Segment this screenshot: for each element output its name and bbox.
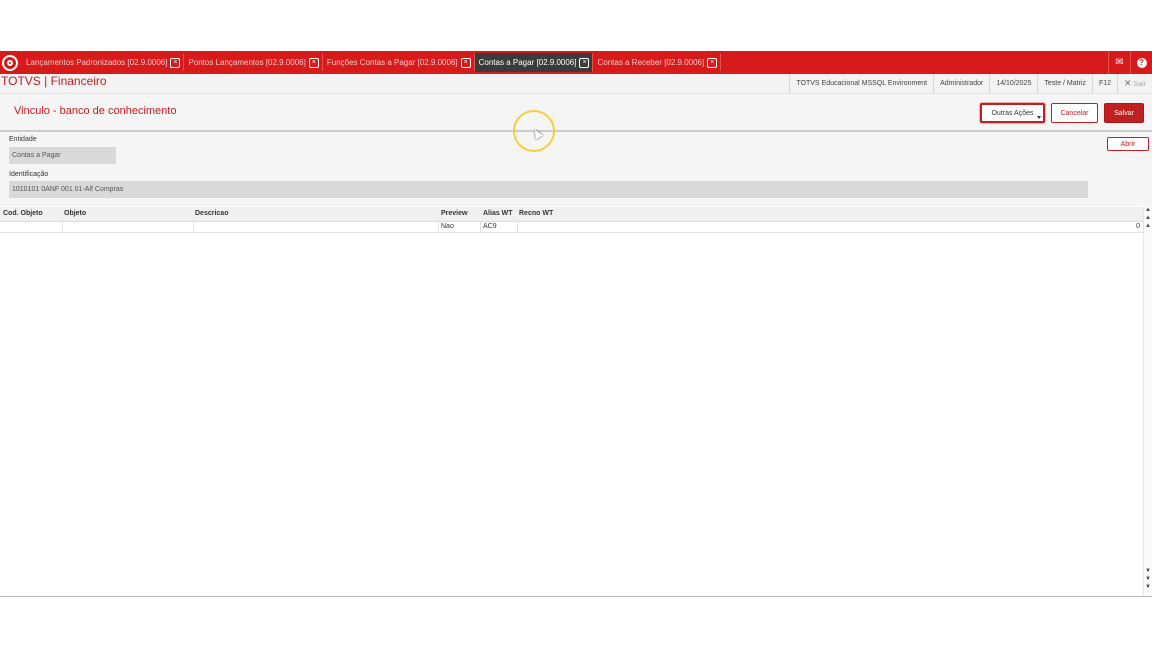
page-title: Vinculo - banco de conhecimento	[14, 105, 177, 117]
close-icon[interactable]: ×	[707, 57, 718, 68]
scroll-up-icon[interactable]: ▲	[1144, 223, 1152, 230]
date-label[interactable]: 14/10/2025	[989, 74, 1037, 93]
environment-label[interactable]: TOTVS Educacional MSSQL Environment	[789, 74, 933, 93]
tabbar-actions: ✉ ?	[1108, 51, 1152, 74]
tab-label: Funções Contas a Pagar [02.9.0006]	[326, 58, 458, 67]
app-title: TOTVS | Financeiro	[1, 74, 107, 88]
close-icon[interactable]: ×	[460, 57, 471, 68]
col-recno-wt[interactable]: Recno WT	[519, 207, 553, 221]
help-icon: ?	[1136, 57, 1147, 68]
entidade-field[interactable]: Contas a Pagar	[9, 147, 116, 164]
scroll-page-up-icon[interactable]: ▲	[1144, 215, 1152, 222]
table-row[interactable]: Nao AC9 0	[0, 221, 1144, 233]
identificacao-field[interactable]: 1010101 0ANF 001 01-Alf Compras	[9, 181, 1088, 198]
close-icon[interactable]: ×	[308, 57, 319, 68]
tab-pontos-lancamentos[interactable]: Pontos Lançamentos [02.9.0006] ×	[184, 54, 323, 71]
cell-divider	[438, 221, 439, 232]
cell-alias-wt: AC9	[483, 223, 497, 230]
branch-label[interactable]: Teste / Matriz	[1037, 74, 1092, 93]
help-button[interactable]: ?	[1130, 51, 1152, 74]
col-alias-wt[interactable]: Alias WT	[483, 207, 513, 221]
exit-button[interactable]: ✕ Sair	[1117, 74, 1152, 93]
page-header: Vinculo - banco de conhecimento Outras A…	[0, 94, 1152, 132]
identificacao-label: Identificação	[9, 171, 49, 178]
tab-funcoes-contas-a-pagar[interactable]: Funções Contas a Pagar [02.9.0006] ×	[323, 54, 475, 71]
col-cod-objeto[interactable]: Cod. Objeto	[3, 207, 43, 221]
app-bar: TOTVS | Financeiro TOTVS Educacional MSS…	[0, 74, 1152, 94]
close-icon[interactable]: ×	[579, 57, 590, 68]
cell-divider	[480, 221, 481, 232]
cell-divider	[193, 221, 194, 232]
form-area: Entidade Contas a Pagar Identificação 10…	[0, 132, 1152, 206]
app-info: TOTVS Educacional MSSQL Environment Admi…	[789, 74, 1152, 93]
tab-label: Lançamentos Padronizados [02.9.0006]	[26, 58, 168, 67]
tab-contas-a-receber[interactable]: Contas a Receber [02.9.0006] ×	[593, 54, 722, 71]
cancel-button[interactable]: Cancelar	[1051, 103, 1098, 123]
save-button[interactable]: Salvar	[1104, 103, 1144, 123]
outras-acoes-button[interactable]: Outras Ações	[980, 103, 1045, 123]
exit-label: Sair	[1133, 81, 1146, 88]
close-icon: ✕	[1124, 78, 1132, 88]
col-descricao[interactable]: Descricao	[195, 207, 228, 221]
grid-scrollbar[interactable]: ▲ ▲ ▲ ▼ ▼ ▼	[1143, 207, 1152, 596]
cell-divider	[517, 221, 518, 232]
tab-label: Contas a Pagar [02.9.0006]	[478, 58, 577, 67]
scroll-down-icon[interactable]: ▼	[1144, 568, 1152, 575]
scroll-top-icon[interactable]: ▲	[1144, 207, 1152, 214]
tab-contas-a-pagar[interactable]: Contas a Pagar [02.9.0006] ×	[474, 53, 594, 72]
grid-header: Cod. Objeto Objeto Descricao Preview Ali…	[0, 207, 1144, 222]
outras-acoes-label: Outras Ações	[991, 109, 1034, 117]
scroll-page-down-icon[interactable]: ▼	[1144, 576, 1152, 583]
abrir-button[interactable]: Abrir	[1107, 137, 1149, 151]
cell-divider	[62, 221, 63, 232]
tab-lancamentos-padronizados[interactable]: Lançamentos Padronizados [02.9.0006] ×	[22, 54, 185, 71]
col-preview[interactable]: Preview	[441, 207, 467, 221]
objects-grid: Cod. Objeto Objeto Descricao Preview Ali…	[0, 207, 1152, 597]
totvs-logo-icon	[2, 54, 18, 71]
mail-icon[interactable]: ✉	[1108, 51, 1130, 74]
cell-recno-wt: 0	[1136, 223, 1140, 230]
tab-label: Contas a Receber [02.9.0006]	[597, 58, 705, 67]
chevron-down-icon	[1037, 116, 1041, 119]
tab-bar: Lançamentos Padronizados [02.9.0006] × P…	[0, 51, 1152, 74]
scroll-bottom-icon[interactable]: ▼	[1144, 584, 1152, 591]
col-objeto[interactable]: Objeto	[64, 207, 86, 221]
entidade-label: Entidade	[9, 136, 37, 143]
user-label[interactable]: Administrador	[933, 74, 989, 93]
close-icon[interactable]: ×	[170, 57, 181, 68]
tab-label: Pontos Lançamentos [02.9.0006]	[188, 58, 306, 67]
cell-preview: Nao	[441, 223, 454, 230]
f12-button[interactable]: F12	[1091, 74, 1117, 93]
